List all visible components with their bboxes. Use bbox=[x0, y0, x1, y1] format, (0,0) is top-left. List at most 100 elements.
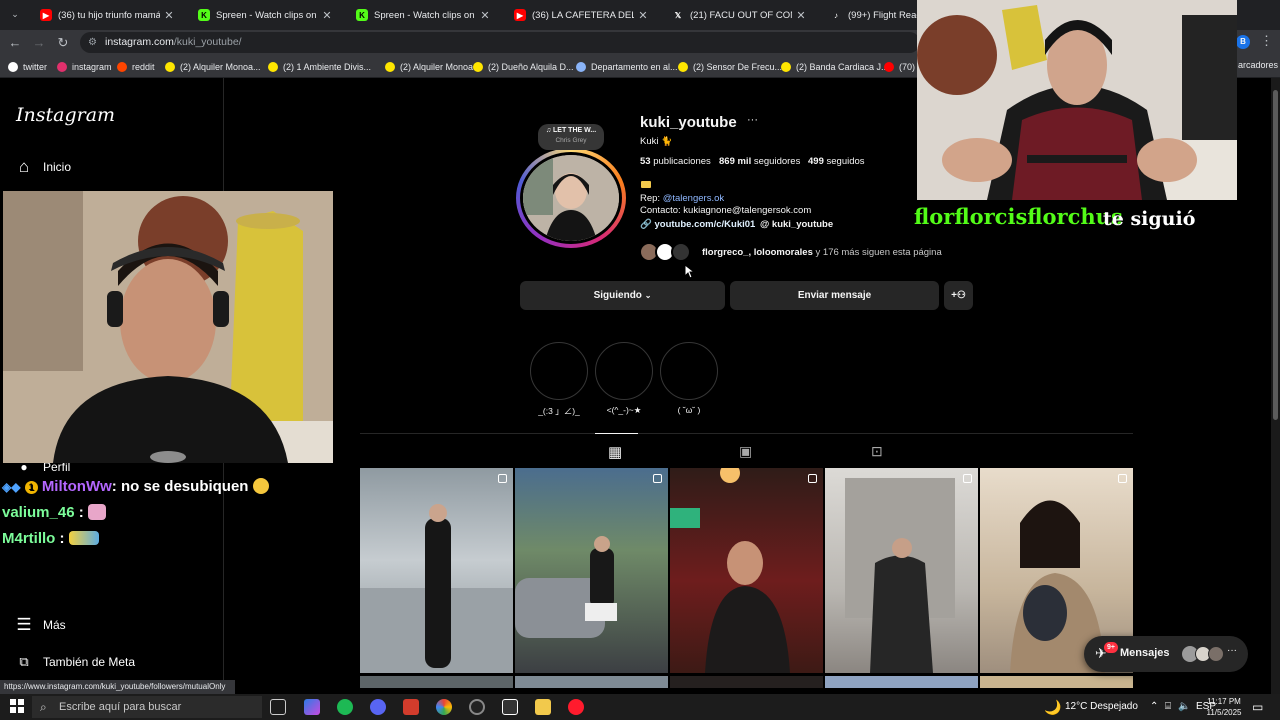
messages-button[interactable]: ✈ 9+ Mensajes ··· bbox=[1084, 636, 1248, 672]
rep-handle-link[interactable]: @talengers.ok bbox=[663, 193, 724, 204]
sidebar-item-home[interactable]: ⌂ Inicio bbox=[14, 154, 71, 180]
more-options-icon[interactable]: ··· bbox=[747, 114, 758, 126]
chat-text: : bbox=[74, 504, 84, 521]
post-thumbnail[interactable] bbox=[825, 468, 978, 673]
bookmark-item[interactable]: reddit bbox=[117, 60, 155, 74]
site-info-icon[interactable]: ⚙ bbox=[88, 32, 97, 53]
threads-link[interactable]: @ kuki_youtube bbox=[760, 219, 833, 230]
file-explorer-icon[interactable] bbox=[535, 699, 551, 715]
close-tab-icon[interactable]: ✕ bbox=[634, 9, 652, 22]
post-thumbnail[interactable] bbox=[825, 676, 978, 688]
stat-followers[interactable]: 869 mil seguidores bbox=[719, 156, 800, 167]
rep-line: Rep: @talengers.ok bbox=[640, 193, 725, 204]
instagram-logo[interactable]: Instagram bbox=[16, 104, 115, 126]
highlight-circle[interactable] bbox=[660, 342, 718, 400]
sidebar-item-meta[interactable]: ⧉ También de Meta bbox=[14, 649, 135, 675]
close-tab-icon[interactable]: ✕ bbox=[476, 9, 494, 22]
bookmark-item[interactable]: (2) Dueño Alquila D... bbox=[473, 60, 574, 74]
avatar[interactable] bbox=[523, 155, 619, 241]
tab-search-icon[interactable]: ⌄ bbox=[6, 5, 24, 23]
sidebar-item-label: Más bbox=[43, 618, 66, 632]
carousel-icon bbox=[963, 474, 972, 483]
browser-menu-icon[interactable]: ⋮ bbox=[1260, 33, 1273, 49]
tagged-icon[interactable]: ⊡ bbox=[871, 443, 883, 460]
highlight-circle[interactable] bbox=[530, 342, 588, 400]
kick-icon: K bbox=[356, 9, 368, 21]
opera-icon[interactable] bbox=[568, 699, 584, 715]
followed-by[interactable]: florgreco_, loloomorales y 176 más sigue… bbox=[702, 247, 942, 258]
task-view-icon[interactable] bbox=[270, 699, 286, 715]
chrome-icon[interactable] bbox=[436, 699, 452, 715]
profile-username: kuki_youtube bbox=[640, 114, 737, 131]
scrollbar-thumb[interactable] bbox=[1273, 90, 1278, 420]
taskbar-search-input[interactable]: ⌕ Escribe aquí para buscar bbox=[32, 696, 262, 718]
following-button[interactable]: Siguiendo ⌄ bbox=[520, 281, 725, 310]
avatar bbox=[1208, 646, 1224, 662]
discord-icon[interactable] bbox=[370, 699, 386, 715]
highlight-circle[interactable] bbox=[595, 342, 653, 400]
post-thumbnail[interactable] bbox=[360, 468, 513, 673]
bookmark-item[interactable]: twitter bbox=[8, 60, 47, 74]
copilot-icon[interactable] bbox=[304, 699, 320, 715]
app-icon[interactable] bbox=[502, 699, 518, 715]
reload-icon[interactable]: ↻ bbox=[54, 34, 72, 52]
tab-title: (36) LA CAFETERA DEL MOMO bbox=[532, 9, 634, 21]
all-bookmarks[interactable]: arcadores bbox=[1238, 60, 1278, 70]
post-thumbnail[interactable] bbox=[980, 676, 1133, 688]
reels-icon[interactable]: ▣ bbox=[739, 443, 752, 460]
weather-icon[interactable]: 🌙 bbox=[1044, 694, 1061, 720]
bookmark-item[interactable]: (2) Alquiler Monoa... bbox=[385, 60, 481, 74]
browser-tab[interactable]: ▶ (36) tu hijo triunfo mamá !! - Yo✕ bbox=[28, 4, 178, 26]
app-icon[interactable] bbox=[403, 699, 419, 715]
suggest-users-icon[interactable]: +⚇ bbox=[944, 281, 973, 310]
kick-icon: K bbox=[198, 9, 210, 21]
bookmark-item[interactable]: Departamento en al... bbox=[576, 60, 678, 74]
sidebar-item-label: También de Meta bbox=[43, 655, 136, 669]
send-message-button[interactable]: Enviar mensaje bbox=[730, 281, 939, 310]
link-icon: 🔗 bbox=[640, 219, 652, 230]
forward-icon[interactable]: → bbox=[30, 34, 48, 52]
tray-chevron-icon[interactable]: ⌃ bbox=[1150, 694, 1158, 720]
spotify-icon[interactable] bbox=[337, 699, 353, 715]
notifications-icon[interactable]: ▭ bbox=[1252, 694, 1263, 720]
profile-avatar[interactable]: B bbox=[1236, 35, 1250, 49]
animal-emoji-icon: 🐈 bbox=[661, 136, 673, 146]
close-tab-icon[interactable]: ✕ bbox=[318, 9, 336, 22]
close-tab-icon[interactable]: ✕ bbox=[160, 9, 178, 22]
chat-text: : bbox=[55, 530, 65, 547]
address-bar[interactable]: ⚙ instagram.com/kuki_youtube/ bbox=[80, 32, 920, 53]
stat-following[interactable]: 499 seguidos bbox=[808, 156, 865, 167]
sidebar-item-more[interactable]: ☰ Más bbox=[14, 612, 66, 638]
network-icon[interactable]: ⌸ bbox=[1165, 694, 1171, 720]
browser-tab[interactable]: K Spreen - Watch clips on Kick✕ bbox=[344, 4, 494, 26]
browser-tab[interactable]: K Spreen - Watch clips on Kick✕ bbox=[186, 4, 336, 26]
chat-message: ◈◆ 1 MiltonWw: no se desubiquen bbox=[2, 478, 269, 495]
start-icon[interactable] bbox=[10, 699, 24, 713]
post-thumbnail[interactable] bbox=[360, 676, 513, 688]
bookmark-item[interactable]: (2) Alquiler Monoa... bbox=[165, 60, 261, 74]
bookmark-item[interactable]: (2) 1 Ambiente Divis... bbox=[268, 60, 371, 74]
back-icon[interactable]: ← bbox=[6, 34, 24, 52]
bookmark-item[interactable]: (2) Banda Cardiaca J... bbox=[781, 60, 889, 74]
post-thumbnail[interactable] bbox=[670, 676, 823, 688]
chat-message: valium_46 : bbox=[2, 504, 106, 521]
post-thumbnail[interactable] bbox=[670, 468, 823, 673]
browser-tab[interactable]: ▶ (36) LA CAFETERA DEL MOMO✕ bbox=[502, 4, 652, 26]
close-tab-icon[interactable]: ✕ bbox=[792, 9, 810, 22]
display-name: Kuki 🐈 bbox=[640, 136, 673, 147]
bookmark-item[interactable]: instagram bbox=[57, 60, 112, 74]
bookmark-label: (2) 1 Ambiente Divis... bbox=[283, 62, 372, 72]
bio-link[interactable]: 🔗 youtube.com/c/Kuki01 bbox=[640, 219, 755, 230]
bookmark-label: (2) Sensor De Frecu... bbox=[693, 62, 783, 72]
post-thumbnail[interactable] bbox=[515, 468, 668, 673]
contact-line: Contacto: kukiagnone@talengersok.com bbox=[640, 205, 812, 216]
clock[interactable]: 11:17 PM 11/5/2025 bbox=[1204, 696, 1244, 718]
post-thumbnail[interactable] bbox=[515, 676, 668, 688]
volume-icon[interactable]: 🔈 bbox=[1178, 694, 1190, 720]
obs-icon[interactable] bbox=[469, 699, 485, 715]
grid-icon[interactable]: ▦ bbox=[608, 443, 622, 461]
weather-text[interactable]: 12°C Despejado bbox=[1065, 694, 1138, 720]
chat-username: M4rtillo bbox=[2, 530, 56, 547]
bookmark-item[interactable]: (2) Sensor De Frecu... bbox=[678, 60, 782, 74]
browser-tab[interactable]: 𝕏 (21) FACU OUT OF CONTEXT en✕ bbox=[660, 4, 810, 26]
